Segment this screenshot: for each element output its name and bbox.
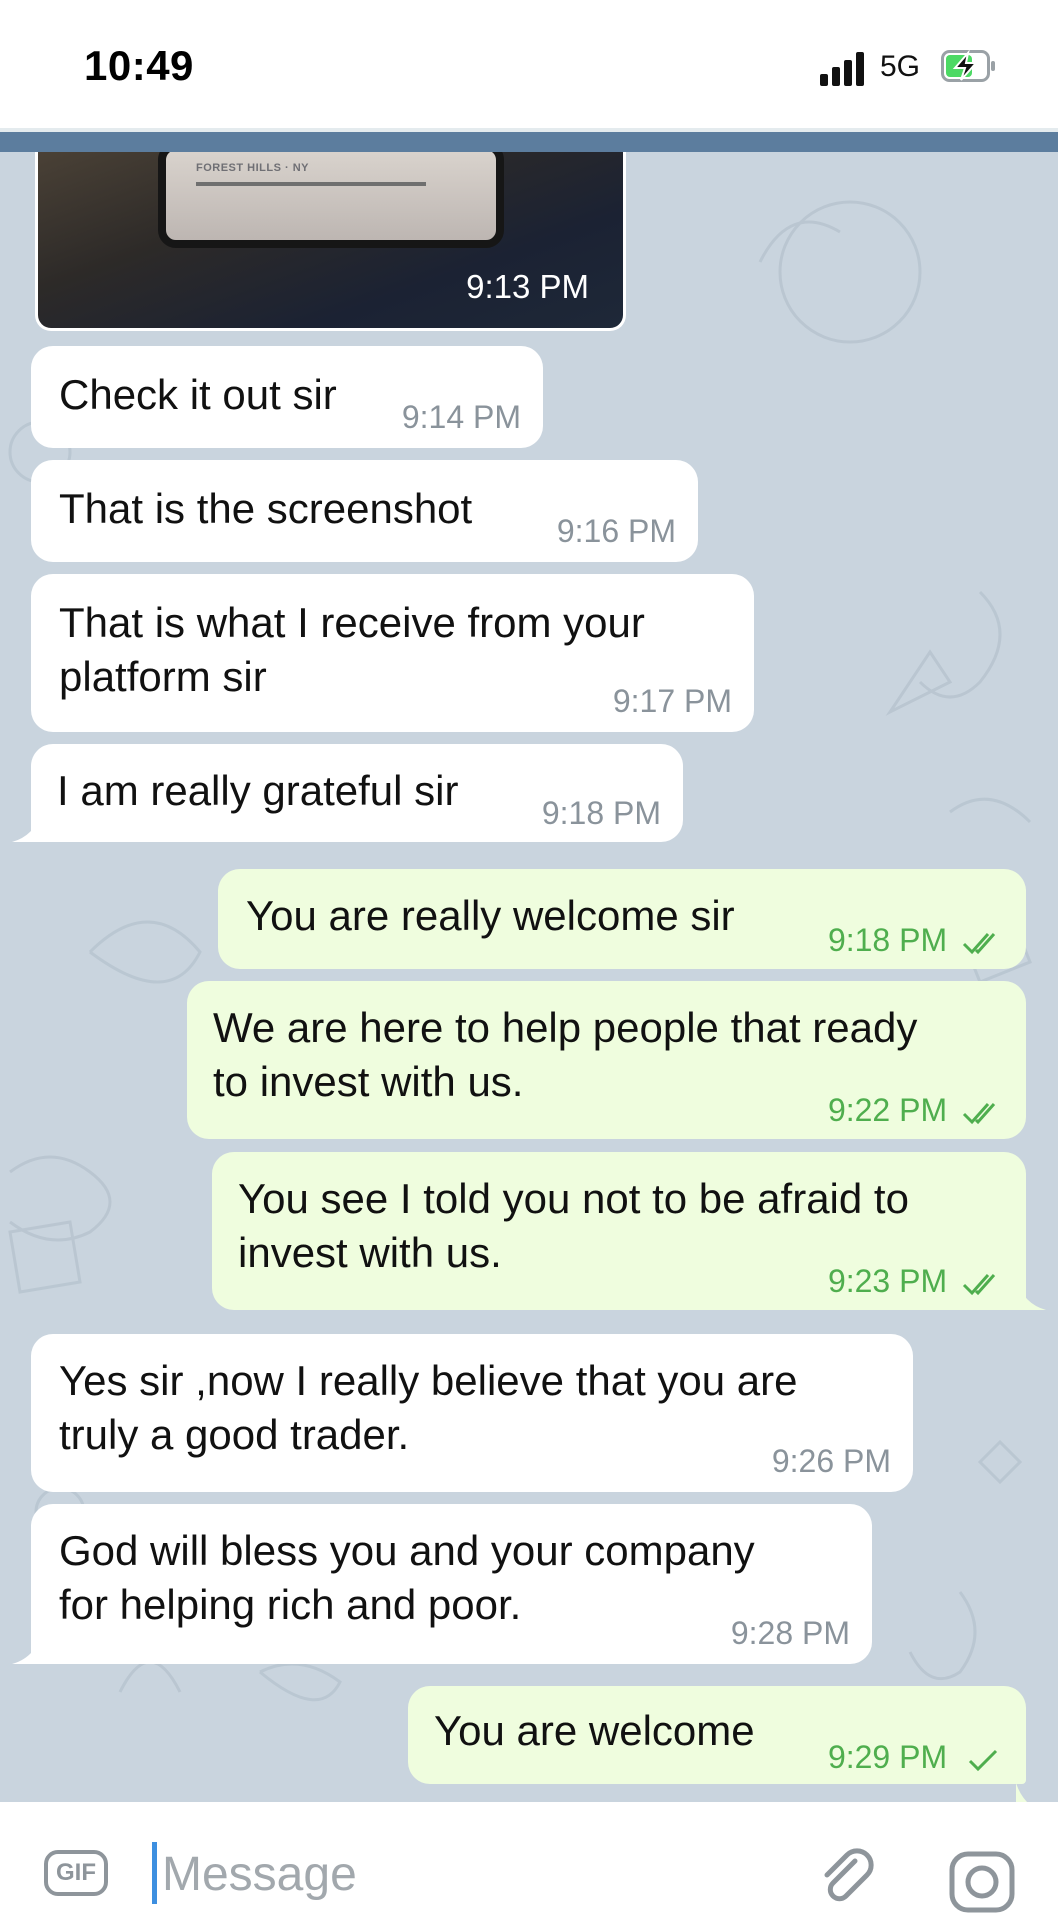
message-text: invest with us. — [238, 1229, 502, 1276]
message-time-label: 9:29 PM — [827, 1739, 948, 1775]
photo-card: FOREST HILLS · NY — [158, 152, 504, 248]
single-check-icon — [968, 1749, 998, 1771]
message-time: 9:18 PM — [828, 922, 1004, 959]
double-check-icon — [962, 932, 996, 954]
network-type: 5G — [880, 50, 921, 83]
message-text: for helping rich and poor. — [59, 1581, 522, 1628]
message-time: 9:28 PM — [730, 1615, 850, 1651]
message-text: You are really welcome sir — [246, 892, 735, 939]
outgoing-message[interactable]: We are here to help people that ready to… — [187, 981, 1026, 1139]
message-time: 9:17 PM — [612, 683, 732, 719]
double-check-icon — [962, 1102, 996, 1124]
message-text: We are here to help people that ready — [213, 1004, 918, 1051]
message-input[interactable] — [160, 1840, 764, 1908]
attach-icon[interactable] — [815, 1847, 877, 1909]
signal-icon — [820, 52, 868, 86]
message-time: 9:29 PM — [828, 1739, 1004, 1776]
outgoing-message[interactable]: You see I told you not to be afraid to i… — [212, 1152, 1026, 1310]
message-text: truly a good trader. — [59, 1411, 410, 1458]
message-time: 9:26 PM — [771, 1443, 891, 1479]
incoming-message[interactable]: That is what I receive from your platfor… — [31, 574, 754, 732]
incoming-message[interactable]: God will bless you and your company for … — [31, 1504, 872, 1664]
message-time: 9:16 PM — [556, 513, 676, 549]
incoming-message[interactable]: Yes sir ,now I really believe that you a… — [31, 1334, 913, 1492]
bubble-tail — [1016, 1783, 1028, 1802]
outgoing-message[interactable]: You are really welcome sir 9:18 PM — [218, 869, 1026, 969]
camera-icon[interactable] — [948, 1850, 1016, 1914]
message-text: That is the screenshot — [59, 485, 473, 532]
outgoing-message[interactable]: You are welcome 9:29 PM — [408, 1686, 1026, 1784]
message-text: I am really grateful sir — [57, 767, 459, 814]
message-time-label: 9:23 PM — [827, 1263, 948, 1299]
status-time: 10:49 — [84, 42, 194, 89]
message-time-label: 9:22 PM — [827, 1092, 948, 1128]
message-time-label: 9:18 PM — [827, 922, 948, 958]
double-check-icon — [962, 1273, 996, 1295]
photo-message[interactable]: FOREST HILLS · NY 9:13 PM — [35, 152, 626, 331]
message-composer: GIF — [0, 1802, 1058, 1920]
message-text: Yes sir ,now I really believe that you a… — [59, 1357, 798, 1404]
message-text: That is what I receive from your — [59, 599, 645, 646]
chat-header-edge — [0, 132, 1058, 152]
message-text: You see I told you not to be afraid to — [238, 1175, 909, 1222]
message-time: 9:22 PM — [828, 1092, 1004, 1129]
message-text: to invest with us. — [213, 1058, 524, 1105]
incoming-message[interactable]: That is the screenshot 9:16 PM — [31, 460, 698, 562]
photo-card-line — [196, 182, 426, 186]
chat-area[interactable]: FOREST HILLS · NY 9:13 PM Check it out s… — [0, 152, 1058, 1802]
incoming-message[interactable]: I am really grateful sir 9:18 PM — [31, 744, 683, 842]
message-time: 9:14 PM — [401, 399, 521, 435]
message-text: platform sir — [59, 653, 267, 700]
message-time: 9:18 PM — [541, 795, 661, 831]
message-time: 9:13 PM — [466, 268, 589, 305]
photo-card-text: FOREST HILLS · NY — [196, 162, 309, 174]
status-bar: 10:49 5G — [0, 0, 1058, 128]
gif-button[interactable]: GIF — [44, 1850, 108, 1896]
battery-charging-icon — [941, 50, 995, 82]
incoming-message[interactable]: Check it out sir 9:14 PM — [31, 346, 543, 448]
message-time: 9:23 PM — [828, 1263, 1004, 1300]
text-cursor — [152, 1842, 157, 1904]
message-text: Check it out sir — [59, 371, 337, 418]
message-text: God will bless you and your company — [59, 1527, 755, 1574]
message-text: You are welcome — [434, 1707, 755, 1754]
